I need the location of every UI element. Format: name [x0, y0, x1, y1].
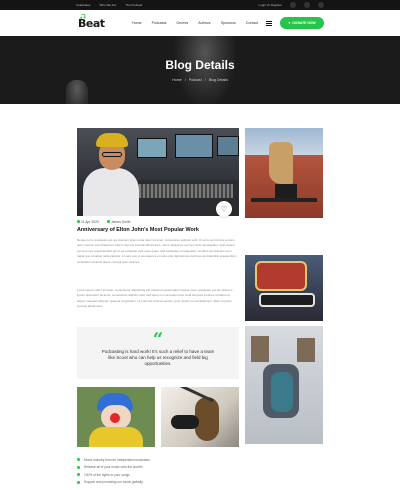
calendar-icon — [77, 220, 80, 223]
instagram-icon[interactable] — [318, 2, 324, 8]
breadcrumb-current: Blog Details — [208, 78, 228, 82]
article-author[interactable]: James Smith — [111, 220, 131, 224]
bookmark-button[interactable]: ♡ — [216, 201, 232, 217]
article-paragraph-1: Neque porro quisquam est qui dolorem ips… — [77, 238, 237, 264]
donate-button[interactable]: ♥ DONATE NOW — [280, 17, 324, 29]
list-item: Release all of your music onto the world… — [77, 464, 151, 472]
account-link[interactable]: Login Or Register — [258, 3, 282, 7]
check-icon — [77, 480, 80, 484]
twitter-icon[interactable] — [304, 2, 310, 8]
donate-label: DONATE NOW — [292, 21, 316, 25]
breadcrumb-separator: / — [204, 78, 206, 82]
site-header: Beat Home Podcasts Genres Authors Sponso… — [0, 10, 400, 36]
nav-authors[interactable]: Authors — [198, 21, 210, 25]
top-link-celebrates[interactable]: Celebrates — [76, 3, 91, 7]
check-icon — [77, 458, 80, 462]
article-title: Anniversary of Elton John's Most Popular… — [77, 227, 199, 233]
list-item: Music industry from for independent musi… — [77, 456, 151, 464]
breadcrumb-podcast[interactable]: Podcast — [189, 78, 202, 82]
facebook-icon[interactable] — [290, 2, 296, 8]
author-meta: James Smith — [107, 220, 131, 224]
page-hero: Blog Details Home / Podcast / Blog Detai… — [0, 36, 400, 104]
top-bar: Celebrates Who We Are The Podcast Login … — [0, 0, 400, 10]
sidebar-image-building — [245, 326, 323, 444]
breadcrumb-home[interactable]: Home — [172, 78, 182, 82]
list-item: 100% of the rights to your songs — [77, 471, 151, 479]
article-meta: 11 Apr 2020 James Smith — [77, 220, 131, 224]
site-logo[interactable]: Beat — [76, 13, 114, 33]
article-image-clown — [77, 387, 155, 447]
nav-home[interactable]: Home — [132, 21, 142, 25]
nav-contact[interactable]: Contact — [246, 21, 258, 25]
date-meta: 11 Apr 2020 — [77, 220, 99, 224]
heart-icon: ♥ — [288, 21, 291, 25]
menu-icon[interactable] — [266, 20, 272, 26]
article-paragraph-2: Lorem ipsum dolor sit amet, consectetur … — [77, 288, 233, 309]
breadcrumb-separator: / — [184, 78, 186, 82]
main-nav: Home Podcasts Genres Authors Sponsors Co… — [132, 21, 258, 25]
list-item: Support and promoting our music globally… — [77, 479, 151, 487]
check-icon — [77, 465, 80, 469]
article-date: 11 Apr 2020 — [80, 220, 99, 224]
bookmark-icon: ♡ — [220, 206, 228, 213]
article-main-image — [77, 128, 239, 216]
user-icon — [107, 220, 110, 223]
article-image-guitar — [161, 387, 239, 447]
breadcrumb: Home / Podcast / Blog Details — [0, 78, 400, 82]
top-right: Login Or Register — [258, 2, 324, 8]
page-title: Blog Details — [165, 58, 235, 72]
quote-icon: “ — [152, 329, 164, 350]
sidebar-image-boot-sign — [245, 128, 323, 218]
check-icon — [77, 473, 80, 477]
feature-list: Music industry from for independent musi… — [77, 456, 151, 486]
nav-podcasts[interactable]: Podcasts — [152, 21, 167, 25]
header-tools: ♥ DONATE NOW — [266, 17, 324, 29]
nav-sponsors[interactable]: Sponsors — [221, 21, 236, 25]
top-link-the-podcast[interactable]: The Podcast — [125, 3, 142, 7]
logo-text: Beat — [78, 17, 105, 30]
nav-genres[interactable]: Genres — [176, 21, 188, 25]
top-links: Celebrates Who We Are The Podcast — [76, 3, 142, 7]
blockquote: “ Podcasting is hard work! It's such a r… — [77, 327, 239, 379]
quote-text: Podcasting is hard work! It's such a rel… — [101, 349, 215, 367]
microphone-image — [66, 80, 88, 104]
sidebar-image-honky-tonk-sign — [245, 255, 323, 321]
top-link-who-we-are[interactable]: Who We Are — [100, 3, 117, 7]
